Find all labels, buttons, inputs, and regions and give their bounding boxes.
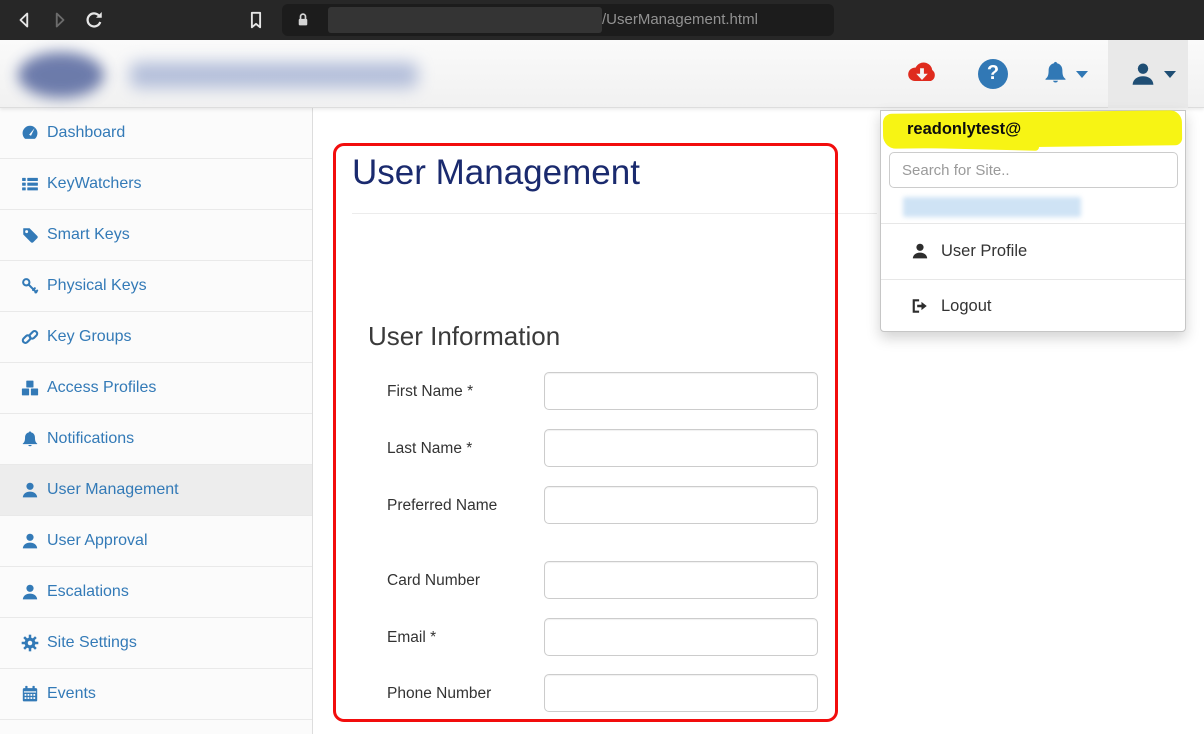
card-number-label: Card Number (387, 561, 505, 591)
url-redaction-box (328, 7, 602, 33)
account-email-row: readonlytest@ (881, 111, 1185, 151)
app-logo (18, 52, 104, 98)
browser-forward-icon[interactable] (50, 10, 70, 30)
first-name-label: First Name * (387, 372, 505, 402)
list-icon (21, 175, 39, 193)
app-logo-text-blurred (130, 62, 418, 88)
browser-chrome-bar: /UserManagement.html (0, 0, 1204, 40)
user-icon (1130, 61, 1156, 87)
sidebar-item-label: Dashboard (47, 124, 125, 142)
sidebar-item-label: Physical Keys (47, 277, 147, 295)
sidebar-item-label: Smart Keys (47, 226, 130, 244)
lock-icon (294, 11, 312, 29)
user-icon (911, 242, 929, 260)
first-name-input[interactable] (544, 372, 818, 410)
url-text: /UserManagement.html (602, 4, 758, 36)
sidebar-item-notifications[interactable]: Notifications (0, 414, 312, 465)
user-menu-button[interactable] (1108, 40, 1188, 108)
sidebar-item-escalations[interactable]: Escalations (0, 567, 312, 618)
sidebar-item-smart-keys[interactable]: Smart Keys (0, 210, 312, 261)
last-name-label: Last Name * (387, 429, 505, 459)
email-label: Email * (387, 618, 505, 648)
user-icon (21, 583, 39, 601)
sidebar-item-dashboard[interactable]: Dashboard (0, 108, 312, 159)
last-name-input[interactable] (544, 429, 818, 467)
sidebar-item-label: Notifications (47, 430, 134, 448)
sidebar-item-label: Key Groups (47, 328, 131, 346)
cloud-download-icon (905, 57, 939, 91)
user-menu-dropdown: readonlytest@ User Profile Logout (880, 110, 1186, 332)
cubes-icon (21, 379, 39, 397)
help-icon: ? (987, 62, 999, 84)
menu-item-label: User Profile (941, 242, 1027, 261)
sidebar-item-label: User Approval (47, 532, 148, 550)
menu-item-user-profile[interactable]: User Profile (881, 223, 1185, 278)
help-button[interactable]: ? (978, 59, 1008, 89)
sign-out-icon (911, 297, 929, 315)
phone-number-label: Phone Number (387, 674, 505, 704)
gear-icon (21, 634, 39, 652)
url-bar[interactable]: /UserManagement.html (282, 4, 834, 36)
download-button[interactable] (905, 57, 939, 91)
bell-icon (21, 430, 39, 448)
sidebar-item-physical-keys[interactable]: Physical Keys (0, 261, 312, 312)
sidebar-item-label: Site Settings (47, 634, 137, 652)
key-icon (21, 277, 39, 295)
dashboard-gauge-icon (21, 124, 39, 142)
chevron-down-icon (1164, 71, 1176, 78)
sidebar-item-label: KeyWatchers (47, 175, 142, 193)
site-search-input[interactable] (889, 152, 1178, 188)
bookmark-icon[interactable] (246, 10, 266, 30)
sidebar-item-site-settings[interactable]: Site Settings (0, 618, 312, 669)
phone-number-input[interactable] (544, 674, 818, 712)
menu-item-label: Logout (941, 297, 991, 316)
app-header: ? (0, 40, 1204, 108)
sidebar-item-label: Events (47, 685, 96, 703)
user-icon (21, 532, 39, 550)
calendar-icon (21, 685, 39, 703)
sidebar-item-events[interactable]: Events (0, 669, 312, 720)
sidebar-item-label: Escalations (47, 583, 129, 601)
account-email: readonlytest@ (907, 120, 1021, 139)
tag-icon (21, 226, 39, 244)
page-title: User Management (352, 152, 640, 194)
browser-reload-icon[interactable] (84, 10, 104, 30)
user-icon (21, 481, 39, 499)
sidebar-item-label: Access Profiles (47, 379, 156, 397)
chain-link-icon (21, 328, 39, 346)
email-field[interactable] (544, 618, 818, 656)
menu-item-logout[interactable]: Logout (881, 279, 1185, 332)
site-option-redacted[interactable] (903, 197, 1081, 217)
preferred-name-label: Preferred Name (387, 486, 505, 516)
sidebar-nav: Dashboard KeyWatchers Smart Keys Physica… (0, 108, 313, 734)
notifications-menu-button[interactable] (1043, 60, 1093, 88)
section-title: User Information (368, 320, 560, 352)
sidebar-item-user-approval[interactable]: User Approval (0, 516, 312, 567)
sidebar-item-label: User Management (47, 481, 179, 499)
browser-back-icon[interactable] (14, 10, 34, 30)
card-number-input[interactable] (544, 561, 818, 599)
sidebar-item-key-groups[interactable]: Key Groups (0, 312, 312, 363)
title-divider (352, 213, 877, 214)
bell-icon (1043, 60, 1068, 85)
sidebar-item-user-management[interactable]: User Management (0, 465, 312, 516)
sidebar-item-keywatchers[interactable]: KeyWatchers (0, 159, 312, 210)
chevron-down-icon (1076, 71, 1088, 78)
sidebar-item-access-profiles[interactable]: Access Profiles (0, 363, 312, 414)
preferred-name-input[interactable] (544, 486, 818, 524)
